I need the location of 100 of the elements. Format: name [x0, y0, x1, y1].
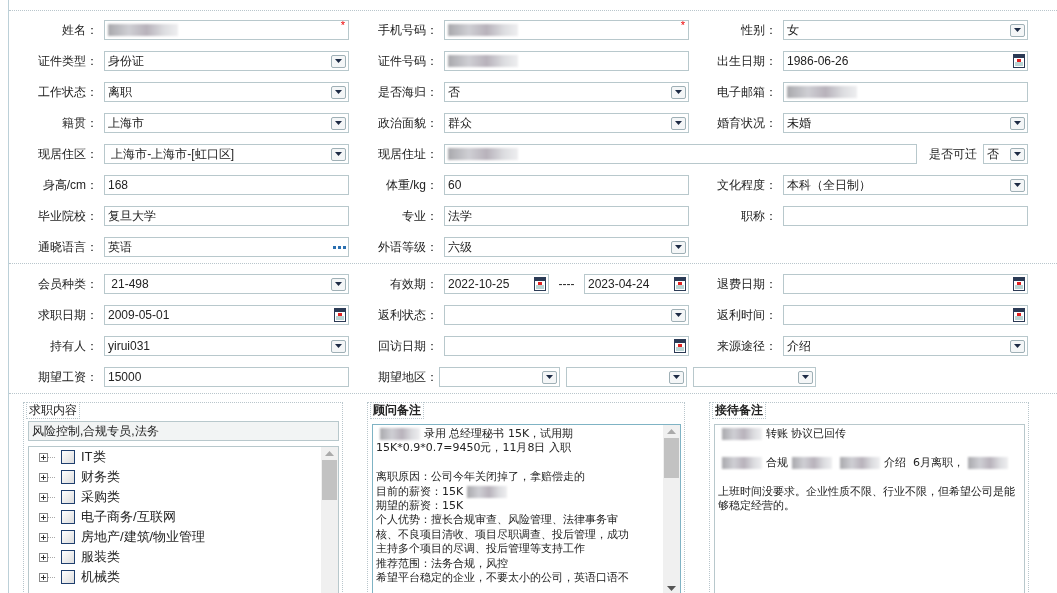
lookup-field[interactable]: 英语 [104, 237, 349, 257]
date-field[interactable]: 1986-06-26 [783, 51, 1028, 71]
field-label: 婚育状况： [716, 115, 777, 132]
field-value: 女 [787, 21, 800, 39]
select-field[interactable]: 未婚 [783, 113, 1028, 133]
text-field[interactable]: 复旦大学 [104, 206, 349, 226]
caret-icon [1014, 28, 1021, 32]
select-field[interactable]: 介绍 [783, 336, 1028, 356]
expand-icon[interactable] [39, 452, 55, 462]
date-field[interactable]: 2023-04-24 [584, 274, 689, 294]
dropdown-button[interactable] [1010, 147, 1025, 161]
select-field[interactable]: 离职 [104, 82, 349, 102]
tree-item[interactable]: 服装类 [81, 548, 120, 566]
notes-textarea[interactable]: 录用 总经理秘书 15K，试用期 15K*0.9*0.7=9450元，11月8日 入职 离职原因：公司今年关闭掉了，拿赔偿走的 目前的薪资：15K 期望的薪资：15K 个人优势：擅长合规审查、风险管理、法律事务审 核、不良项目清收、项目尽职调查、投后管理，成功 主持多个项目的尽调、投后管理等支持工作 推荐范围：法务合规，风控 希望平台稳定的企业，不要太小的公司，英语口语不 [372, 424, 681, 593]
dropdown-button[interactable] [331, 147, 346, 161]
select-field[interactable]: 六级 [444, 237, 689, 257]
tree-item[interactable]: 电子商务/互联网 [81, 508, 176, 526]
text-field[interactable] [783, 82, 1028, 102]
checkbox[interactable] [61, 470, 75, 484]
text-field[interactable]: 60 [444, 175, 689, 195]
dropdown-button[interactable] [331, 339, 346, 353]
scroll-down-icon[interactable] [667, 586, 676, 591]
dropdown-button[interactable] [331, 277, 346, 291]
date-field[interactable]: 2009-05-01 [104, 305, 349, 325]
select-field[interactable] [566, 367, 687, 387]
calendar-icon[interactable] [1013, 54, 1025, 68]
checkbox[interactable] [61, 490, 75, 504]
expand-icon[interactable] [39, 492, 55, 502]
select-field[interactable]: 群众 [444, 113, 689, 133]
select-field[interactable] [693, 367, 816, 387]
checkbox[interactable] [61, 450, 75, 464]
dropdown-button[interactable] [798, 370, 813, 384]
expand-icon[interactable] [39, 572, 55, 582]
field-label: 专业： [401, 208, 438, 225]
text-field[interactable]: * [444, 20, 689, 40]
select-field[interactable]: 上海市-上海市-[虹口区] [104, 144, 349, 164]
dropdown-button[interactable] [331, 85, 346, 99]
date-field[interactable] [783, 274, 1028, 294]
select-field[interactable]: 上海市 [104, 113, 349, 133]
calendar-icon[interactable] [1013, 277, 1025, 291]
dropdown-button[interactable] [331, 54, 346, 68]
select-field[interactable]: yirui031 [104, 336, 349, 356]
tree-item[interactable]: 机械类 [81, 568, 120, 586]
date-field[interactable] [783, 305, 1028, 325]
dropdown-button[interactable] [1010, 339, 1025, 353]
dropdown-button[interactable] [542, 370, 557, 384]
date-field[interactable] [444, 336, 689, 356]
field-value: 六级 [448, 238, 473, 256]
expand-icon[interactable] [39, 552, 55, 562]
calendar-icon[interactable] [334, 308, 346, 322]
caret-icon [335, 282, 342, 286]
scroll-thumb[interactable] [664, 438, 679, 478]
scroll-thumb[interactable] [322, 460, 337, 500]
dropdown-button[interactable] [331, 116, 346, 130]
select-field[interactable] [444, 305, 689, 325]
text-field[interactable] [783, 206, 1028, 226]
checkbox[interactable] [61, 570, 75, 584]
text-field[interactable] [444, 51, 689, 71]
select-field[interactable]: 身份证 [104, 51, 349, 71]
tree-item[interactable]: 采购类 [81, 488, 120, 506]
checkbox[interactable] [61, 550, 75, 564]
select-field[interactable]: 21-498 [104, 274, 349, 294]
dropdown-button[interactable] [671, 116, 686, 130]
scrollbar[interactable] [321, 447, 338, 593]
tree-item[interactable]: 房地产/建筑/物业管理 [81, 528, 206, 546]
dropdown-button[interactable] [671, 308, 686, 322]
field-value: 168 [108, 178, 130, 192]
notes-textarea[interactable]: 转账 协议已回传 合规 介绍 6月离职， 上班时间没要求。企业性质不限、行业不限，但希望公司是能够稳定经营的。 [714, 424, 1025, 593]
select-field[interactable]: 否 [444, 82, 689, 102]
select-field[interactable]: 否 [983, 144, 1028, 164]
date-field[interactable]: 2022-10-25 [444, 274, 549, 294]
dropdown-button[interactable] [671, 85, 686, 99]
calendar-icon[interactable] [674, 277, 686, 291]
text-field[interactable]: 15000 [104, 367, 349, 387]
field-label: 文化程度： [716, 177, 777, 194]
calendar-icon[interactable] [674, 339, 686, 353]
dropdown-button[interactable] [1010, 178, 1025, 192]
expand-icon[interactable] [39, 532, 55, 542]
expand-icon[interactable] [39, 512, 55, 522]
text-field[interactable]: * [104, 20, 349, 40]
text-field[interactable]: 法学 [444, 206, 689, 226]
calendar-icon[interactable] [1013, 308, 1025, 322]
select-field[interactable]: 本科（全日制） [783, 175, 1028, 195]
tree-item[interactable]: 财务类 [81, 468, 120, 486]
expand-icon[interactable] [39, 472, 55, 482]
dropdown-button[interactable] [1010, 23, 1025, 37]
select-field[interactable]: 女 [783, 20, 1028, 40]
checkbox[interactable] [61, 530, 75, 544]
tree-item[interactable]: IT类 [81, 448, 106, 466]
text-field[interactable]: 168 [104, 175, 349, 195]
dropdown-button[interactable] [669, 370, 684, 384]
dropdown-button[interactable] [1010, 116, 1025, 130]
select-field[interactable] [439, 367, 560, 387]
text-field[interactable] [444, 144, 917, 164]
more-icon[interactable] [333, 245, 346, 249]
checkbox[interactable] [61, 510, 75, 524]
calendar-icon[interactable] [534, 277, 546, 291]
caret-icon [675, 313, 682, 317]
dropdown-button[interactable] [671, 240, 686, 254]
scrollbar[interactable] [663, 425, 680, 593]
